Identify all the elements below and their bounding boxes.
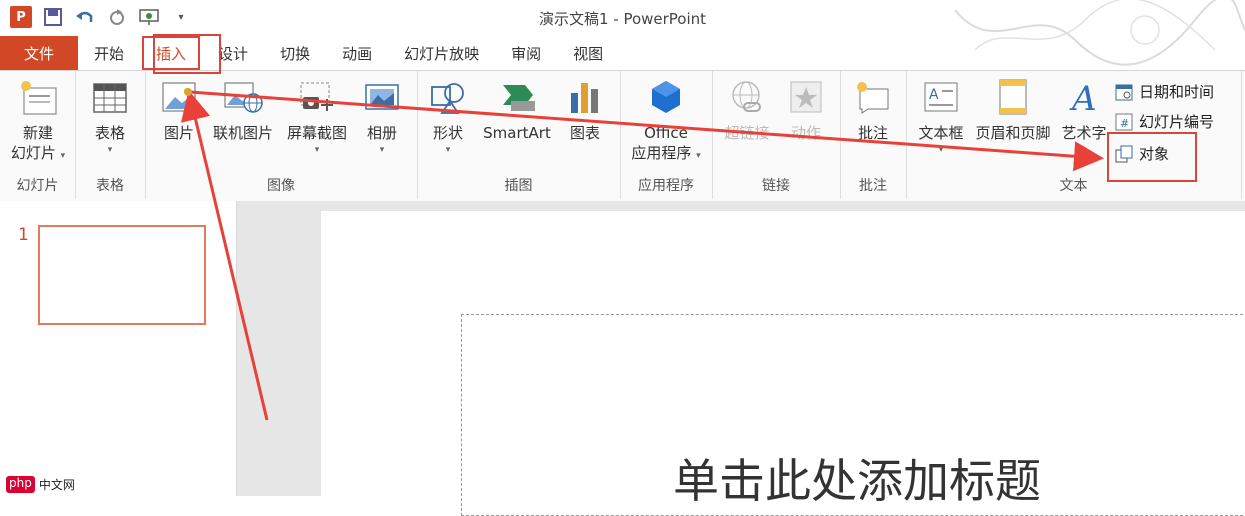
- action-label: 动作: [790, 124, 821, 142]
- online-picture-button[interactable]: 联机图片: [207, 77, 279, 143]
- slide-canvas[interactable]: 单击此处添加标题: [321, 211, 1245, 516]
- title-placeholder[interactable]: 单击此处添加标题: [461, 314, 1245, 516]
- office-apps-label: 应用程序: [631, 144, 692, 162]
- new-slide-label-2: 幻灯片: [10, 144, 56, 162]
- object-button-highlight: [1107, 132, 1197, 182]
- ribbon: 新建 幻灯片 ▾ 幻灯片 表格 ▾ 表格 图片 联机图片 屏幕截图 ▾ 相册 ▾…: [0, 70, 1245, 202]
- screenshot-label: 屏幕截图: [286, 124, 347, 142]
- chart-button[interactable]: 图表: [563, 77, 607, 143]
- watermark-site: 中文网: [38, 478, 75, 492]
- office-label: Office: [644, 124, 688, 142]
- slide-editor: 单击此处添加标题: [237, 201, 1245, 516]
- chart-icon: [565, 77, 605, 117]
- group-apps: Office 应用程序 ▾ 应用程序: [620, 71, 713, 199]
- group-tables: 表格 ▾ 表格: [75, 71, 146, 199]
- textbox-label: 文本框: [918, 124, 964, 142]
- comment-button[interactable]: 批注: [848, 77, 898, 143]
- tab-transitions[interactable]: 切换: [264, 36, 326, 70]
- new-slide-icon: [18, 77, 58, 117]
- office-apps-button[interactable]: Office 应用程序 ▾: [624, 77, 708, 163]
- group-label-apps: 应用程序: [638, 178, 694, 194]
- table-label: 表格: [94, 124, 125, 142]
- online-picture-label: 联机图片: [212, 124, 273, 142]
- group-illustrations: 形状 ▾ SmartArt 图表 插图: [417, 71, 621, 199]
- tab-home[interactable]: 开始: [78, 36, 140, 70]
- shapes-button[interactable]: 形状 ▾: [425, 77, 471, 157]
- shapes-icon: [428, 77, 468, 117]
- svg-text:#: #: [1120, 117, 1129, 130]
- slide-number-icon: #: [1115, 113, 1133, 131]
- new-slide-label: 新建: [22, 124, 53, 142]
- group-images: 图片 联机图片 屏幕截图 ▾ 相册 ▾ 图像: [145, 71, 418, 199]
- textbox-button[interactable]: A 文本框 ▾: [912, 77, 970, 157]
- action-button[interactable]: 动作: [780, 77, 832, 143]
- group-label-slides: 幻灯片: [16, 178, 59, 194]
- table-icon: [90, 77, 130, 117]
- picture-label: 图片: [163, 124, 194, 142]
- wordart-button[interactable]: A 艺术字 ▾: [1056, 77, 1112, 157]
- date-time-label: 日期和时间: [1139, 83, 1215, 101]
- comment-icon: [853, 77, 893, 117]
- group-label-tables: 表格: [96, 178, 124, 194]
- group-label-links: 链接: [762, 178, 790, 194]
- action-star-icon: [786, 77, 826, 117]
- tab-review[interactable]: 审阅: [495, 36, 557, 70]
- tab-animations[interactable]: 动画: [326, 36, 388, 70]
- group-links: 超链接 动作 链接: [712, 71, 841, 199]
- title-placeholder-text: 单击此处添加标题: [673, 454, 1041, 508]
- slide-number-label: 幻灯片编号: [1139, 113, 1215, 131]
- group-label-illustrations: 插图: [504, 178, 533, 194]
- office-store-icon: [646, 77, 686, 117]
- slide-number-button[interactable]: # 幻灯片编号: [1115, 111, 1214, 132]
- group-slides: 新建 幻灯片 ▾ 幻灯片: [0, 71, 76, 199]
- new-slide-button[interactable]: 新建 幻灯片 ▾: [4, 77, 72, 163]
- tab-view[interactable]: 视图: [557, 36, 619, 70]
- smartart-label: SmartArt: [483, 124, 551, 142]
- date-time-button[interactable]: 日期和时间: [1115, 81, 1214, 102]
- photo-album-button[interactable]: 相册 ▾: [357, 77, 407, 157]
- picture-icon: [159, 77, 199, 117]
- header-footer-icon: [993, 77, 1033, 117]
- svg-text:A: A: [1069, 79, 1097, 116]
- svg-text:A: A: [929, 87, 939, 103]
- picture-button[interactable]: 图片: [155, 77, 203, 143]
- photo-album-icon: [362, 77, 402, 117]
- tab-slideshow[interactable]: 幻灯片放映: [388, 36, 495, 70]
- watermark-php: php: [6, 476, 35, 493]
- table-button[interactable]: 表格 ▾: [85, 77, 135, 157]
- slide-thumbnail-pane: 1: [0, 201, 237, 496]
- shapes-label: 形状: [432, 124, 463, 142]
- smartart-icon: [497, 77, 537, 117]
- insert-tab-highlight: [153, 34, 221, 74]
- screenshot-button[interactable]: 屏幕截图 ▾: [281, 77, 353, 157]
- header-footer-label: 页眉和页脚: [975, 124, 1051, 142]
- photo-album-label: 相册: [366, 124, 397, 142]
- online-picture-icon: [223, 77, 263, 117]
- header-footer-button[interactable]: 页眉和页脚: [970, 77, 1056, 143]
- smartart-button[interactable]: SmartArt: [477, 77, 557, 143]
- group-label-images: 图像: [267, 178, 295, 194]
- textbox-icon: A: [921, 77, 961, 117]
- tab-file[interactable]: 文件: [0, 36, 79, 70]
- hyperlink-label: 超链接: [724, 124, 770, 142]
- chart-label: 图表: [569, 124, 600, 142]
- group-comments: 批注 批注: [840, 71, 907, 199]
- hyperlink-button[interactable]: 超链接: [718, 77, 776, 143]
- hyperlink-icon: [727, 77, 767, 117]
- slide-thumbnail-number: 1: [18, 225, 29, 245]
- wordart-icon: A: [1064, 77, 1104, 117]
- site-watermark: php 中文网: [6, 476, 75, 493]
- wordart-label: 艺术字: [1061, 124, 1107, 142]
- calendar-icon: [1115, 83, 1133, 101]
- comment-label: 批注: [857, 124, 888, 142]
- slide-thumbnail[interactable]: [38, 225, 206, 325]
- group-label-comments: 批注: [859, 178, 887, 194]
- screenshot-icon: [297, 77, 337, 117]
